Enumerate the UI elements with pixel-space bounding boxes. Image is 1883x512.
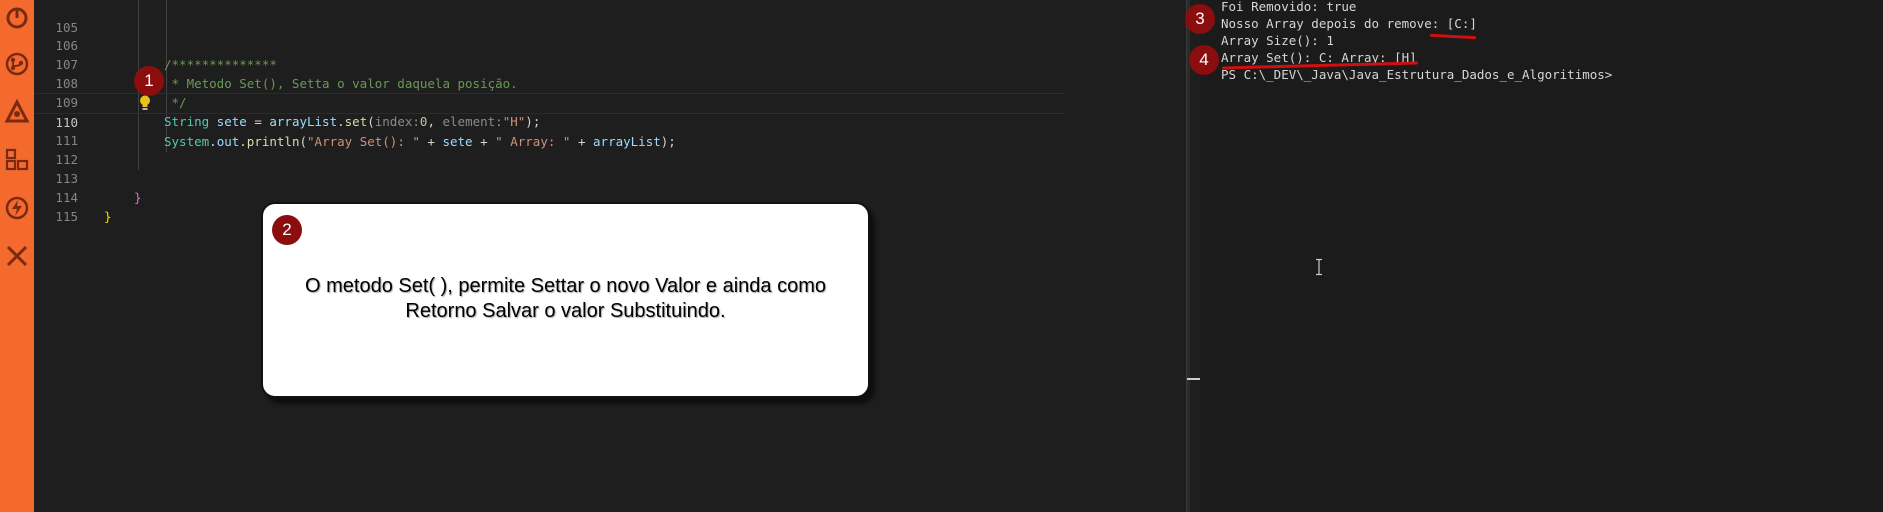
terminal-line: Foi Removido: true <box>1221 0 1357 14</box>
annotation-callout: 2 O metodo Set( ), permite Settar o novo… <box>261 202 870 398</box>
terminal-panel[interactable]: Foi Removido: true Nosso Array depois do… <box>1200 0 1883 512</box>
code-line-113[interactable]: 113 } <box>34 150 1064 205</box>
sash-handle[interactable] <box>1187 378 1200 380</box>
line-number: 115 <box>55 209 78 224</box>
code-line-111[interactable]: 111 <box>34 112 1064 148</box>
lightbulb-icon[interactable] <box>138 94 152 112</box>
extensions-icon[interactable] <box>0 142 34 178</box>
callout-text: O metodo Set( ), permite Settar o novo V… <box>305 275 826 322</box>
text-cursor-icon <box>1314 258 1324 276</box>
code-line-106[interactable]: 106 /************** <box>34 17 1064 72</box>
code-line-112[interactable]: 112 <box>34 131 1064 167</box>
code-line-114[interactable]: 114 } <box>34 169 1064 224</box>
power-icon[interactable] <box>0 0 34 36</box>
code-line-109[interactable]: 109 String sete = arrayList.set(index:0,… <box>34 74 1064 129</box>
closing-brace: } <box>104 209 112 224</box>
terminal-line: Nosso Array depois do remove: [C:] <box>1221 16 1477 31</box>
annotation-badge-3: 3 <box>1185 4 1215 34</box>
code-line-110[interactable]: 110 System.out.println("Array Set(): " +… <box>34 93 1064 149</box>
code-line-107[interactable]: 107 * Metodo Set(), Setta o valor daquel… <box>34 36 1064 91</box>
close-icon[interactable] <box>0 238 34 274</box>
git-graph-icon[interactable] <box>0 46 34 82</box>
lightning-icon[interactable] <box>0 190 34 226</box>
code-line-108[interactable]: 108 */ <box>34 55 1064 110</box>
triangle-logo-icon[interactable] <box>0 94 34 130</box>
terminal-line: Array Size(): 1 <box>1221 33 1334 48</box>
annotation-badge-2: 2 <box>272 215 302 245</box>
terminal-prompt[interactable]: PS C:\_DEV\_Java\Java_Estrutura_Dados_e_… <box>1221 66 1612 83</box>
activity-bar <box>0 0 34 512</box>
code-line-105[interactable]: 105 <box>34 0 1064 35</box>
pane-divider[interactable] <box>1186 0 1190 512</box>
annotation-badge-4: 4 <box>1189 45 1219 75</box>
annotation-badge-1: 1 <box>134 66 164 96</box>
